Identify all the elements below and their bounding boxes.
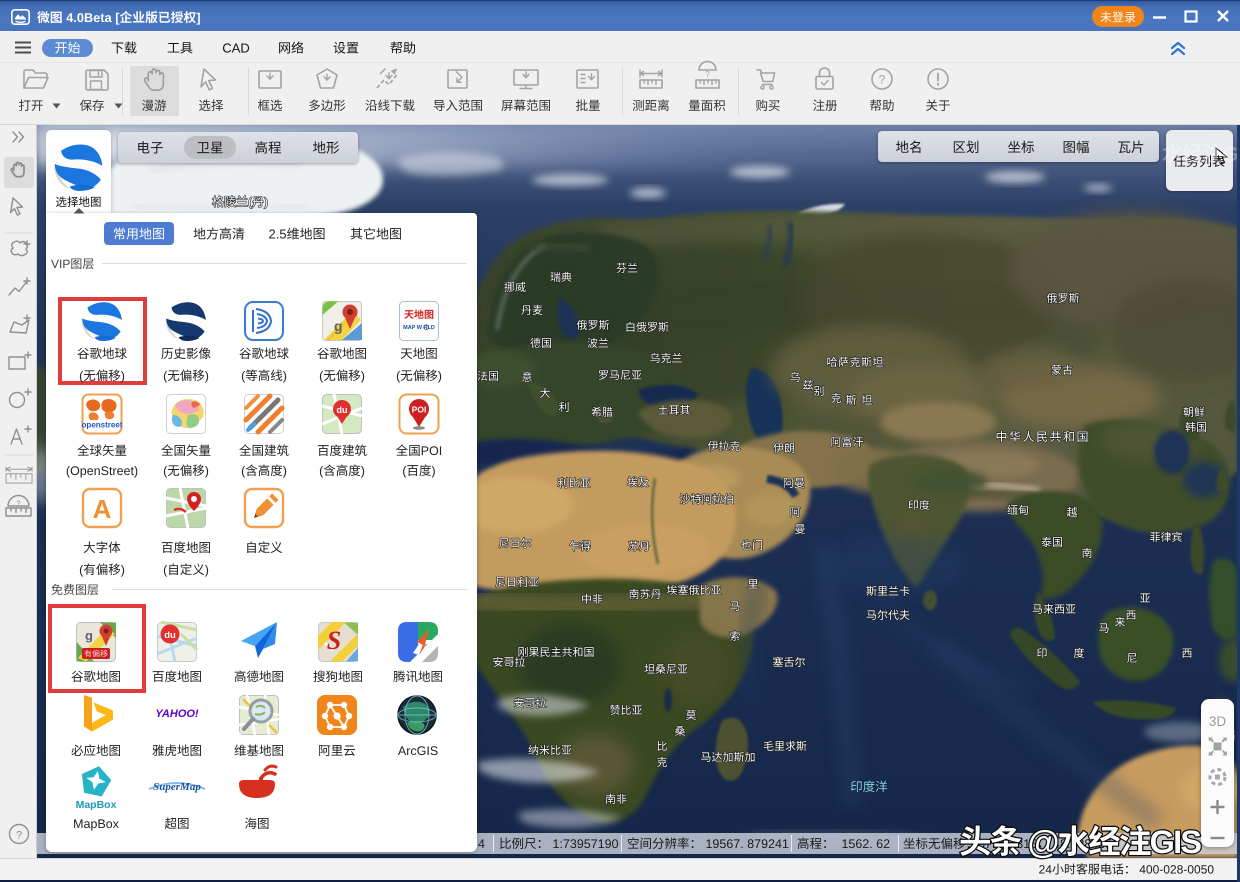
svg-text:MapBox: MapBox — [76, 799, 117, 811]
svg-text:S: S — [327, 626, 341, 655]
svg-text:YAHOO!: YAHOO! — [155, 708, 199, 720]
svg-text:POI: POI — [412, 405, 427, 415]
svg-text:du: du — [337, 405, 348, 415]
svg-text:du: du — [164, 630, 176, 641]
svg-text:MAP W RLD: MAP W RLD — [403, 325, 435, 331]
svg-text:openstreet: openstreet — [82, 421, 123, 430]
svg-text:g: g — [334, 318, 343, 334]
svg-text:g: g — [85, 628, 93, 643]
svg-text:3D: 3D — [1209, 714, 1227, 729]
svg-text:SuperMap: SuperMap — [153, 781, 201, 793]
svg-text:A: A — [93, 494, 112, 524]
